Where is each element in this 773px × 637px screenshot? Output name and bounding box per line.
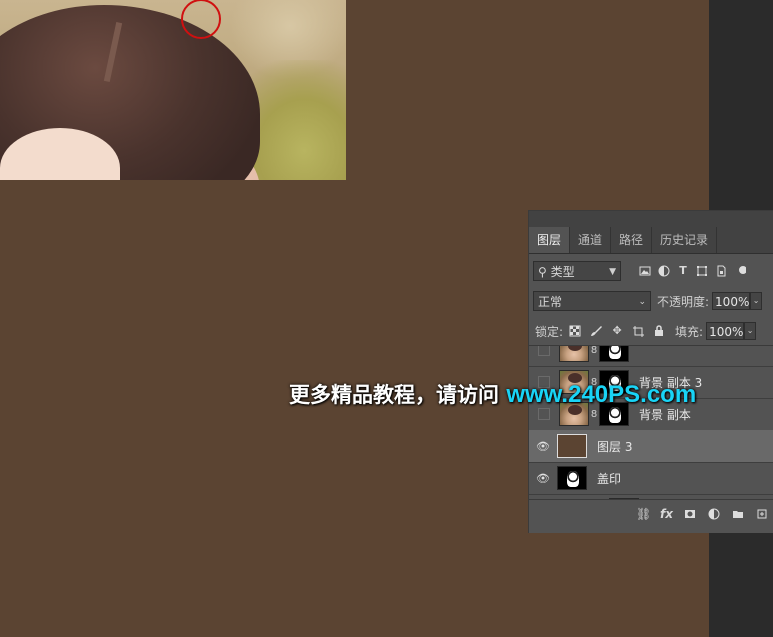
- panel-tabs: 图层 通道 路径 历史记录: [529, 227, 773, 254]
- layer-mask-thumbnail: [599, 346, 629, 362]
- fill-dropdown[interactable]: ⌄: [744, 322, 757, 340]
- eye-icon[interactable]: 👁: [529, 472, 557, 485]
- fill-input[interactable]: 100%: [706, 322, 745, 340]
- mask-link-icon[interactable]: 8: [589, 346, 599, 356]
- layer-filter-select[interactable]: ⚲ 类型 ▼: [533, 261, 621, 281]
- layer-row-partial[interactable]: 8: [529, 346, 773, 367]
- tab-history[interactable]: 历史记录: [652, 227, 718, 253]
- chevron-down-icon: ⌄: [638, 297, 646, 307]
- smartobject-filter-icon[interactable]: [715, 265, 727, 277]
- shape-filter-icon[interactable]: [696, 265, 708, 277]
- layer-row[interactable]: 👁 盖印: [529, 462, 773, 495]
- mask-link-icon[interactable]: 8: [589, 409, 599, 420]
- fx-icon[interactable]: fx: [660, 508, 673, 520]
- fill-label: 填充:: [675, 324, 704, 339]
- layers-panel: 图层 通道 路径 历史记录 ⚲ 类型 ▼ T 正常 ⌄ 不透明度: 100% ⌄…: [528, 210, 773, 533]
- lock-pixels-brush-icon[interactable]: [590, 325, 603, 337]
- layer-thumbnail: [559, 346, 589, 362]
- visibility-toggle[interactable]: [538, 346, 550, 356]
- adjustment-layer-icon[interactable]: [708, 508, 720, 520]
- eye-icon[interactable]: 👁: [529, 440, 557, 453]
- group-folder-icon[interactable]: [732, 508, 744, 520]
- opacity-input[interactable]: 100%: [712, 292, 751, 310]
- search-icon: ⚲: [538, 265, 547, 279]
- watermark-text: 更多精品教程，请访问 www.240PS.com: [289, 381, 697, 408]
- tab-channels[interactable]: 通道: [570, 227, 612, 253]
- image-filter-icon[interactable]: [639, 265, 651, 277]
- brush-cursor-icon: [181, 0, 221, 39]
- filter-toggle-icon[interactable]: [734, 265, 746, 277]
- layer-row-selected[interactable]: 👁 图层 3: [529, 430, 773, 463]
- blend-mode-select[interactable]: 正常 ⌄: [533, 291, 651, 311]
- visibility-toggle[interactable]: [538, 408, 550, 420]
- blend-mode-value: 正常: [538, 295, 563, 309]
- lock-label: 锁定:: [535, 324, 564, 339]
- adjustment-filter-icon[interactable]: [658, 265, 670, 277]
- lock-all-icon[interactable]: [653, 325, 665, 337]
- panel-bottom-toolbar: ⛓ fx: [529, 499, 773, 527]
- layer-name[interactable]: 盖印: [597, 470, 621, 487]
- add-mask-icon[interactable]: [684, 508, 696, 520]
- link-icon[interactable]: ⛓: [636, 508, 651, 520]
- panel-header: [529, 211, 773, 227]
- layer-thumbnail: [557, 466, 587, 490]
- layer-name[interactable]: 图层 3: [597, 438, 632, 455]
- watermark-url: www.240PS.com: [506, 381, 697, 408]
- lock-artboard-icon[interactable]: [632, 325, 645, 337]
- lock-transparent-icon[interactable]: [569, 325, 581, 337]
- tab-paths[interactable]: 路径: [611, 227, 653, 253]
- opacity-label: 不透明度:: [657, 294, 710, 309]
- new-layer-icon[interactable]: [756, 508, 768, 520]
- lock-position-move-icon[interactable]: ✥: [611, 325, 623, 337]
- layers-list: 8 8 背景 副本 3 8 背景 副本 👁 图层 3 👁 盖印: [529, 345, 773, 500]
- portrait-image: [0, 0, 346, 180]
- filter-type-label: 类型: [550, 265, 575, 279]
- layer-thumbnail: [557, 434, 587, 458]
- opacity-dropdown[interactable]: ⌄: [750, 292, 763, 310]
- chevron-down-icon: ▼: [609, 267, 616, 277]
- text-filter-icon[interactable]: T: [677, 265, 689, 277]
- tab-layers[interactable]: 图层: [529, 227, 571, 253]
